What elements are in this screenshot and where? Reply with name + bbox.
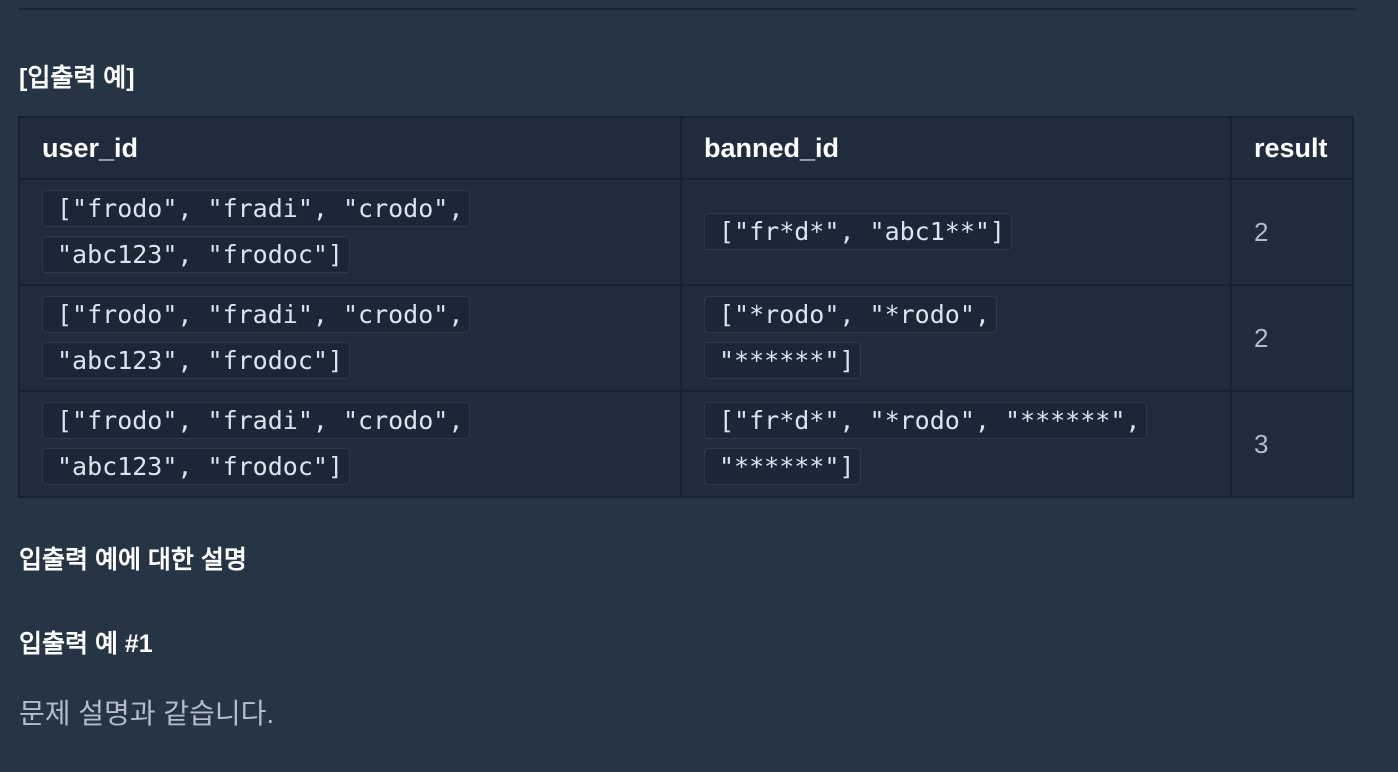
banned-id-cell: ["fr*d*", "abc1**"]	[680, 178, 1232, 286]
banned-id-cell: ["fr*d*", "*rodo", "******", "******"]	[680, 390, 1232, 498]
table-header-row: user_id banned_id result	[18, 116, 1354, 180]
example-1-text: 문제 설명과 같습니다.	[19, 698, 275, 729]
io-examples-heading: [입출력 예]	[19, 64, 135, 92]
result-cell: 3	[1230, 390, 1354, 498]
column-header-user-id: user_id	[18, 116, 682, 180]
column-header-banned-id: banned_id	[680, 116, 1232, 180]
banned-id-code: ["*rodo", "*rodo", "******"]	[704, 296, 997, 379]
result-cell: 2	[1230, 178, 1354, 286]
user-id-code: ["frodo", "fradi", "crodo", "abc123", "f…	[42, 402, 471, 485]
user-id-cell: ["frodo", "fradi", "crodo", "abc123", "f…	[18, 390, 682, 498]
user-id-cell: ["frodo", "fradi", "crodo", "abc123", "f…	[18, 284, 682, 392]
explanation-heading: 입출력 예에 대한 설명	[19, 546, 247, 574]
banned-id-cell: ["*rodo", "*rodo", "******"]	[680, 284, 1232, 392]
user-id-code: ["frodo", "fradi", "crodo", "abc123", "f…	[42, 296, 471, 379]
divider	[18, 8, 1356, 10]
problem-description-panel: [입출력 예] user_id banned_id result ["frodo…	[0, 0, 1398, 772]
user-id-cell: ["frodo", "fradi", "crodo", "abc123", "f…	[18, 178, 682, 286]
banned-id-code: ["fr*d*", "abc1**"]	[704, 213, 1012, 250]
column-header-result: result	[1230, 116, 1354, 180]
result-cell: 2	[1230, 284, 1354, 392]
table-row: ["frodo", "fradi", "crodo", "abc123", "f…	[18, 178, 1354, 286]
user-id-code: ["frodo", "fradi", "crodo", "abc123", "f…	[42, 190, 471, 273]
example-1-heading: 입출력 예 #1	[19, 630, 153, 658]
table-row: ["frodo", "fradi", "crodo", "abc123", "f…	[18, 390, 1354, 498]
banned-id-code: ["fr*d*", "*rodo", "******", "******"]	[704, 402, 1148, 485]
io-examples-table: user_id banned_id result ["frodo", "frad…	[18, 116, 1354, 498]
table-row: ["frodo", "fradi", "crodo", "abc123", "f…	[18, 284, 1354, 392]
